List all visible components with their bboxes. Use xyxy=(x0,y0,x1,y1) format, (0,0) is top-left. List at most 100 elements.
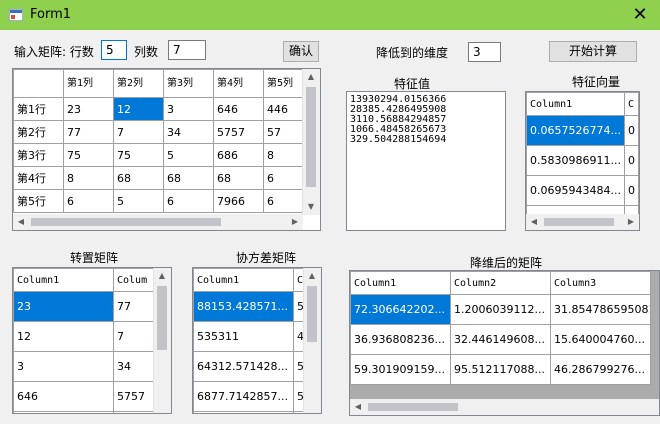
close-icon[interactable]: ✕ xyxy=(628,3,652,27)
column-header[interactable]: Column2 xyxy=(450,271,551,295)
grid-cell[interactable]: 15.640004760... xyxy=(550,324,651,355)
matrix-cell[interactable]: 68 xyxy=(113,166,164,190)
eigenvectors-hscroll-thumb[interactable] xyxy=(544,218,614,226)
column-header[interactable]: Column3 xyxy=(550,271,651,295)
table-row[interactable]: 64312.571428... 5 xyxy=(193,351,308,382)
table-row[interactable]: 44657 xyxy=(13,411,156,413)
matrix-cell[interactable]: 77 xyxy=(63,120,114,144)
table-row[interactable]: 12 7 xyxy=(13,321,156,352)
table-row[interactable]: 735698.28571...6 xyxy=(193,411,308,413)
column-header[interactable]: Column1 xyxy=(13,268,114,292)
scroll-left-icon[interactable]: ◀ xyxy=(13,214,29,230)
eigenvectors-hscroll[interactable]: ◀ ▶ xyxy=(526,214,639,230)
table-row[interactable]: 第5行 6 5 6 7966 6 xyxy=(13,189,314,213)
grid-cell[interactable]: 1.2006039112... xyxy=(450,294,551,325)
grid-cell[interactable]: 0 xyxy=(624,115,639,146)
table-row[interactable]: 3 34 xyxy=(13,351,156,382)
table-row[interactable]: 646 5757 xyxy=(13,381,156,412)
grid-cell[interactable]: 0 xyxy=(624,145,639,176)
grid-cell[interactable]: 6877.7142857... xyxy=(193,381,294,412)
grid-cell[interactable]: 46.286799276... xyxy=(550,354,651,385)
matrix-cell[interactable]: 68 xyxy=(213,166,264,190)
matrix-cell[interactable]: 8 xyxy=(63,166,114,190)
column-header[interactable]: 第1列 xyxy=(63,69,114,98)
matrix-hscroll-thumb[interactable] xyxy=(31,218,221,226)
transpose-vscroll[interactable]: ▲ xyxy=(153,268,171,413)
grid-cell[interactable]: 32.446149608... xyxy=(450,324,551,355)
covariance-grid[interactable]: Column1 C 88153.428571... 5 535311 4 64312.571… xyxy=(192,267,322,414)
scroll-down-icon[interactable]: ▼ xyxy=(303,199,319,215)
grid-cell[interactable]: 12 xyxy=(13,321,114,352)
column-header[interactable]: 第2列 xyxy=(113,69,164,98)
matrix-cell[interactable]: 686 xyxy=(213,143,264,167)
row-header[interactable]: 第5行 xyxy=(13,189,64,213)
matrix-cell[interactable]: 75 xyxy=(63,143,114,167)
reduced-grid[interactable]: Column1 Column2 Column3 72.306642202... 1.20… xyxy=(349,270,660,416)
grid-cell[interactable]: 34 xyxy=(113,351,156,382)
matrix-hscroll[interactable]: ◀ ▶ xyxy=(13,214,303,230)
column-header[interactable]: 第4列 xyxy=(213,69,264,98)
rows-input[interactable]: 5 xyxy=(101,40,127,60)
matrix-cell[interactable]: 7966 xyxy=(213,189,264,213)
grid-cell[interactable]: 446 xyxy=(13,411,114,413)
eigenvalues-textbox[interactable]: 13930294.0156366 28385.4286495908 3110.5… xyxy=(346,91,506,231)
matrix-vscroll-thumb[interactable] xyxy=(306,87,316,187)
row-header[interactable]: 第2行 xyxy=(13,120,64,144)
scroll-up-icon[interactable]: ▲ xyxy=(154,268,170,284)
row-header[interactable]: 第4行 xyxy=(13,166,64,190)
matrix-cell[interactable]: 34 xyxy=(163,120,214,144)
transpose-grid[interactable]: Column1Colum2377127334646575744657 ▲ xyxy=(12,267,172,414)
matrix-cell[interactable]: 5 xyxy=(163,143,214,167)
column-header[interactable]: Column1 xyxy=(350,271,451,295)
matrix-cell[interactable]: 23 xyxy=(63,97,114,121)
table-row[interactable]: 0.0657526774... 0 xyxy=(526,115,639,146)
matrix-cell[interactable]: 646 xyxy=(213,97,264,121)
matrix-cell[interactable]: 3 xyxy=(163,97,214,121)
grid-cell[interactable]: 88153.428571... xyxy=(193,291,294,322)
table-row[interactable]: 第3行 75 75 5 686 8 xyxy=(13,143,314,167)
start-compute-button[interactable]: 开始计算 xyxy=(549,41,637,62)
matrix-cell[interactable]: 12 xyxy=(113,97,164,121)
grid-cell[interactable]: 3 xyxy=(13,351,114,382)
grid-cell[interactable]: 57 xyxy=(113,411,156,413)
grid-cell[interactable]: 36.936808236... xyxy=(350,324,451,355)
matrix-vscroll[interactable]: ▲ ▼ xyxy=(302,69,320,215)
grid-cell[interactable]: 5757 xyxy=(113,381,156,412)
grid-cell[interactable]: 72.306642202... xyxy=(350,294,451,325)
grid-cell[interactable]: 64312.571428... xyxy=(193,351,294,382)
grid-cell[interactable]: 77 xyxy=(113,291,156,322)
matrix-cell[interactable]: 5757 xyxy=(213,120,264,144)
table-row[interactable]: 第2行 77 7 34 5757 57 xyxy=(13,120,314,144)
transpose-vscroll-thumb[interactable] xyxy=(157,286,167,350)
matrix-cell[interactable]: 7 xyxy=(113,120,164,144)
column-header[interactable]: Column1 xyxy=(193,268,294,292)
scroll-right-icon[interactable]: ▶ xyxy=(623,214,639,230)
grid-cell[interactable]: 0 xyxy=(624,175,639,206)
reduced-hscroll[interactable]: ◀ xyxy=(350,399,659,415)
table-row[interactable]: 第1行 23 12 3 646 446 xyxy=(13,97,314,121)
confirm-button[interactable]: 确认 xyxy=(283,41,319,62)
covariance-vscroll[interactable]: ▲ xyxy=(303,268,321,413)
grid-cell[interactable]: 31.854786595081 xyxy=(550,294,651,325)
column-header[interactable]: C xyxy=(624,92,639,116)
matrix-cell[interactable]: 6 xyxy=(63,189,114,213)
matrix-cell[interactable]: 68 xyxy=(163,166,214,190)
reduced-hscroll-thumb[interactable] xyxy=(368,403,458,411)
table-row[interactable]: 6877.7142857... 5 xyxy=(193,381,308,412)
table-row[interactable]: 88153.428571... 5 xyxy=(193,291,308,322)
scroll-right-icon[interactable]: ▶ xyxy=(287,214,303,230)
table-row[interactable]: 72.306642202... 1.2006039112... 31.8547865… xyxy=(350,294,651,325)
column-header[interactable]: 第3列 xyxy=(163,69,214,98)
row-header[interactable]: 第1行 xyxy=(13,97,64,121)
table-row[interactable]: 59.301909159... 95.512117088... 46.2867992… xyxy=(350,354,651,385)
grid-cell[interactable]: 0.0695943484... xyxy=(526,175,625,206)
dim-input[interactable]: 3 xyxy=(468,42,501,62)
table-row[interactable]: 535311 4 xyxy=(193,321,308,352)
table-row[interactable]: 0.0695943484... 0 xyxy=(526,175,639,206)
grid-cell[interactable]: 535311 xyxy=(193,321,294,352)
grid-cell[interactable]: 735698.28571... xyxy=(193,411,294,413)
scroll-left-icon[interactable]: ◀ xyxy=(526,214,542,230)
row-header[interactable]: 第3行 xyxy=(13,143,64,167)
grid-cell[interactable]: 23 xyxy=(13,291,114,322)
eigenvectors-grid[interactable]: Column1 C 0.0657526774... 0 0.5830986911... 0… xyxy=(525,91,640,231)
